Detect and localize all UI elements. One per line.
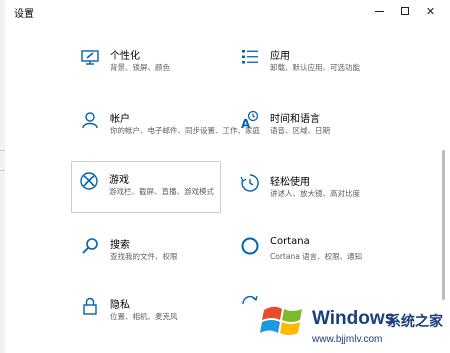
lock-icon — [83, 297, 97, 315]
tile-label: 隐私 — [110, 300, 130, 311]
window-title: 设置 — [14, 9, 34, 20]
tile-label: 轻松使用 — [270, 177, 310, 188]
left-edge — [0, 0, 5, 353]
account-icon — [82, 112, 98, 129]
watermark-brand-cn: 系统之家 — [387, 314, 443, 330]
tile-description: 位置、相机、麦克风 — [110, 312, 178, 321]
tile-label: 搜索 — [110, 240, 130, 251]
watermark-url: www.bjjmlv.com — [312, 334, 383, 345]
minimize-button[interactable] — [367, 0, 392, 22]
tile-label: 时间和语言 — [270, 114, 320, 125]
tile-description: 卸载、默认应用、可选功能 — [270, 63, 360, 72]
apps-icon — [242, 50, 258, 64]
watermark: Windows 系统之家 www.bjjmlv.com — [256, 294, 450, 353]
tile-description: Cortana 语言、权限、通知 — [270, 252, 363, 261]
tile-cortana[interactable]: Cortana Cortana 语言、权限、通知 — [232, 226, 382, 276]
close-button[interactable]: ✕ — [418, 0, 443, 22]
scrollbar[interactable] — [442, 150, 445, 300]
settings-window: 设置 ✕ 个性化 背景、锁屏、颜色 应用 卸载、默认应用、可选功能 帐户 你的帐… — [0, 0, 450, 353]
close-icon: ✕ — [425, 4, 436, 18]
maximize-button[interactable] — [392, 0, 417, 22]
tile-accounts[interactable]: 帐户 你的帐户、电子邮件、同步设置、工作、家庭 — [72, 100, 260, 150]
watermark-brand: Windows — [312, 308, 396, 329]
tile-ease-of-access[interactable]: 轻松使用 讲述人、放大镜、高对比度 — [232, 163, 382, 213]
title-bar: 设置 ✕ — [0, 0, 450, 24]
tile-time-language[interactable]: A 时间和语言 语音、区域、日期 — [232, 100, 382, 150]
tile-search[interactable]: 搜索 查找我的文件、权限 — [72, 226, 222, 276]
tile-apps[interactable]: 应用 卸载、默认应用、可选功能 — [232, 37, 382, 87]
cortana-icon — [241, 237, 259, 255]
tile-label: 个性化 — [110, 51, 140, 62]
ease-of-access-icon — [240, 174, 259, 192]
tile-description: 游戏栏、截屏、直播、游戏模式 — [109, 187, 214, 196]
tile-label: 帐户 — [110, 114, 130, 125]
tile-description: 背景、锁屏、颜色 — [110, 63, 170, 72]
personalization-icon — [81, 50, 99, 65]
tile-label: 游戏 — [109, 175, 129, 186]
minimize-icon — [375, 10, 384, 12]
tile-description: 讲述人、放大镜、高对比度 — [270, 189, 360, 198]
windows-logo-icon — [260, 306, 302, 335]
search-icon — [82, 238, 98, 254]
tile-label: Cortana — [270, 236, 310, 247]
tile-label: 应用 — [270, 51, 290, 62]
tile-personalization[interactable]: 个性化 背景、锁屏、颜色 — [72, 37, 222, 87]
xbox-icon — [80, 172, 98, 190]
tile-description: 语音、区域、日期 — [270, 126, 330, 135]
tile-gaming[interactable]: 游戏 游戏栏、截屏、直播、游戏模式 — [71, 161, 221, 213]
tile-description: 查找我的文件、权限 — [110, 252, 178, 261]
time-language-icon: A — [241, 110, 259, 130]
tile-privacy[interactable]: 隐私 位置、相机、麦克风 — [72, 286, 222, 336]
maximize-icon — [400, 7, 409, 15]
